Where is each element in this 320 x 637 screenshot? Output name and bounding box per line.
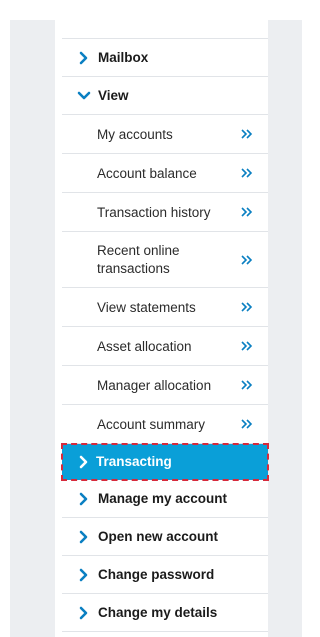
- nav-item-open-new-account[interactable]: Open new account: [62, 518, 268, 556]
- chevron-right-icon: [77, 606, 91, 620]
- subnav-item-label: Account balance: [97, 165, 197, 181]
- subnav-item-label: Account summary: [97, 416, 206, 432]
- double-chevron-right-icon: [240, 379, 254, 391]
- double-chevron-right-icon: [240, 206, 254, 218]
- subnav-item-label: Manager allocation: [97, 377, 212, 393]
- nav-menu: Mailbox View My accounts Account balance…: [55, 39, 269, 632]
- nav-item-label: Mailbox: [98, 50, 149, 65]
- double-chevron-right-icon: [240, 254, 254, 266]
- subnav-item-my-accounts[interactable]: My accounts: [62, 115, 268, 154]
- chevron-right-icon: [77, 455, 91, 469]
- double-chevron-right-icon: [240, 418, 254, 430]
- subnav-item-asset-allocation[interactable]: Asset allocation: [62, 327, 268, 366]
- double-chevron-right-icon: [240, 340, 254, 352]
- subnav-item-label: Asset allocation: [97, 338, 192, 354]
- double-chevron-right-icon: [240, 167, 254, 179]
- chevron-right-icon: [77, 51, 91, 65]
- subnav-item-account-summary[interactable]: Account summary: [62, 405, 268, 444]
- chevron-right-icon: [77, 530, 91, 544]
- subnav-item-label: View statements: [97, 299, 196, 315]
- subnav-item-label: My accounts: [97, 126, 173, 142]
- nav-item-label: View: [98, 88, 129, 103]
- nav-item-view[interactable]: View: [62, 77, 268, 115]
- nav-item-label: Transacting: [96, 454, 172, 469]
- nav-item-transacting[interactable]: Transacting: [61, 443, 269, 481]
- subnav-item-transaction-history[interactable]: Transaction history: [62, 193, 268, 232]
- double-chevron-right-icon: [240, 301, 254, 313]
- nav-item-mailbox[interactable]: Mailbox: [62, 39, 268, 77]
- subnav-item-view-statements[interactable]: View statements: [62, 288, 268, 327]
- subnav-item-account-balance[interactable]: Account balance: [62, 154, 268, 193]
- subnav-item-recent-online-transactions[interactable]: Recent online transactions: [62, 232, 268, 288]
- double-chevron-right-icon: [240, 128, 254, 140]
- nav-item-label: Manage my account: [98, 491, 228, 506]
- nav-item-label: Change password: [98, 567, 215, 582]
- nav-item-change-password[interactable]: Change password: [62, 556, 268, 594]
- chevron-right-icon: [77, 568, 91, 582]
- side-navigation: Mailbox View My accounts Account balance…: [55, 20, 269, 637]
- nav-item-label: Change my details: [98, 605, 218, 620]
- subnav-item-label: Recent online transactions: [97, 242, 180, 276]
- nav-item-label: Open new account: [98, 529, 219, 544]
- nav-item-change-my-details[interactable]: Change my details: [62, 594, 268, 632]
- chevron-down-icon: [77, 89, 91, 103]
- nav-item-manage-my-account[interactable]: Manage my account: [62, 480, 268, 518]
- chevron-right-icon: [77, 492, 91, 506]
- subnav-item-label: Transaction history: [97, 204, 211, 220]
- subnav-item-manager-allocation[interactable]: Manager allocation: [62, 366, 268, 405]
